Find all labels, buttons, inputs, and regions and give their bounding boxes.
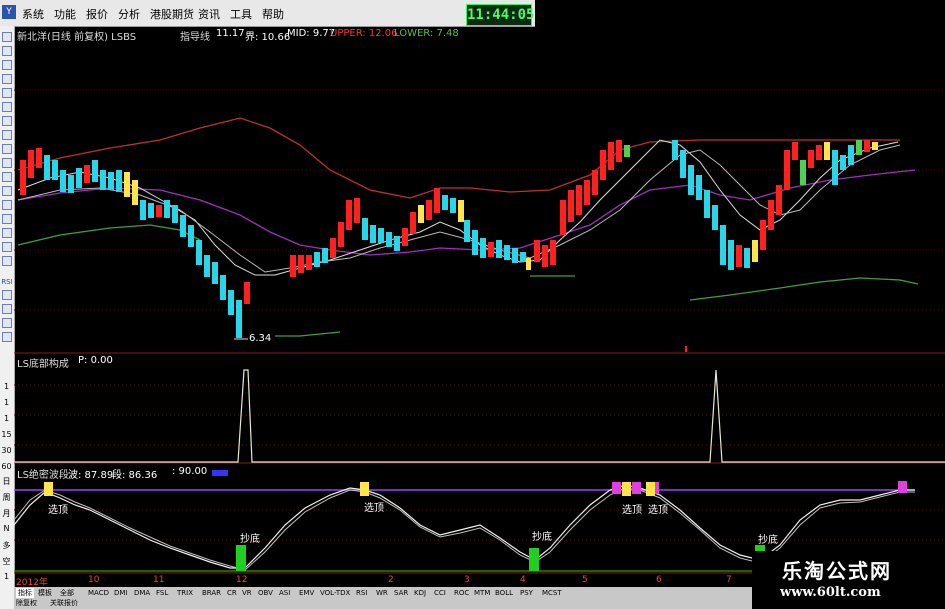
x-label-10: 10	[88, 575, 100, 585]
tab-mtm[interactable]: MTM	[474, 588, 490, 598]
signal-label-bottom-1: 抄底	[240, 534, 260, 545]
tab-indicator[interactable]: 指标	[16, 588, 34, 598]
tab-asi[interactable]: ASI	[279, 588, 290, 598]
tab-all[interactable]: 全部	[60, 588, 74, 598]
x-label-7: 7	[726, 575, 732, 585]
low-price-label: 6.34	[249, 333, 272, 344]
lower-band-line	[17, 224, 201, 246]
bottom-structure-line	[14, 369, 945, 463]
tab-fsl[interactable]: FSL	[156, 588, 168, 598]
chart-area	[13, 89, 945, 574]
lower-band-line-2	[275, 331, 341, 337]
signal-label-top-3: 选顶	[622, 505, 642, 516]
tab-macd[interactable]: MACD	[88, 588, 109, 598]
signal-label-top-4: 选顶	[648, 505, 668, 516]
watermark-url: www.60lt.com	[780, 585, 881, 600]
tab-vol-tdx[interactable]: VOL-TDX	[320, 588, 350, 598]
tab-boll[interactable]: BOLL	[495, 588, 513, 598]
lower-band-line-4	[689, 277, 919, 301]
tab-emv[interactable]: EMV	[299, 588, 314, 598]
x-label-12: 12	[236, 575, 248, 585]
color-legend-swatch	[212, 470, 228, 476]
tab-psy[interactable]: PSY	[520, 588, 533, 598]
x-label-3: 3	[464, 575, 470, 585]
tab-vr[interactable]: VR	[242, 588, 252, 598]
tab-template[interactable]: 模板	[38, 588, 52, 598]
tab-kdj[interactable]: KDJ	[414, 588, 426, 598]
signal-label-top-1: 选顶	[48, 505, 68, 516]
tab-wr[interactable]: WR	[376, 588, 388, 598]
watermark-title: 乐淘公式网	[782, 559, 892, 583]
candles-jul	[760, 140, 878, 250]
signal-label-top-2: 选顶	[364, 503, 384, 514]
candles-apr	[560, 140, 630, 235]
watermark: 乐淘公式网 www.60lt.com	[752, 551, 945, 609]
x-label-2: 2	[388, 575, 394, 585]
tab-cr[interactable]: CR	[227, 588, 237, 598]
tab-trix[interactable]: TRIX	[177, 588, 193, 598]
tab-obv[interactable]: OBV	[258, 588, 273, 598]
tab-dmi[interactable]: DMI	[114, 588, 128, 598]
grid-lines	[14, 89, 945, 541]
tab-mcst[interactable]: MCST	[542, 588, 562, 598]
x-label-11: 11	[153, 575, 165, 585]
tab-ex-rights[interactable]: 除复权	[16, 598, 37, 608]
tab-linked-quote[interactable]: 关联报价	[50, 598, 78, 608]
tab-brar[interactable]: BRAR	[202, 588, 221, 598]
tab-rsi[interactable]: RSI	[356, 588, 367, 598]
tab-cci[interactable]: CCI	[434, 588, 446, 598]
signal-label-bottom-2: 抄底	[532, 532, 552, 543]
tab-roc[interactable]: ROC	[454, 588, 469, 598]
signal-label-bottom-3: 抄底	[758, 535, 778, 546]
candles-mar	[464, 220, 556, 270]
upper-band-line	[17, 117, 900, 199]
tab-sar[interactable]: SAR	[394, 588, 408, 598]
x-label-6: 6	[656, 575, 662, 585]
x-label-5: 5	[582, 575, 588, 585]
tab-dma[interactable]: DMA	[134, 588, 150, 598]
x-label-4: 4	[520, 575, 526, 585]
